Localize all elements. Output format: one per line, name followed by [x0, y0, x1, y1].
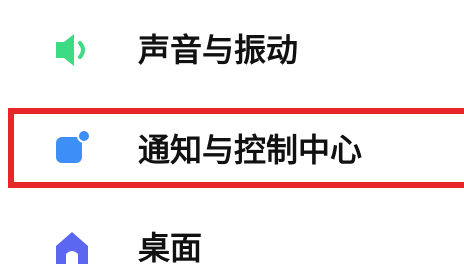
home-icon: [52, 228, 92, 268]
settings-item-label: 通知与控制中心: [138, 131, 363, 169]
notification-icon: [52, 129, 92, 169]
settings-item-label: 桌面: [138, 229, 203, 267]
settings-item-notifications-control-center[interactable]: 通知与控制中心: [0, 108, 464, 192]
settings-item-label: 声音与振动: [138, 31, 299, 69]
speaker-icon: [52, 30, 92, 70]
settings-item-desktop[interactable]: 桌面: [0, 204, 464, 276]
settings-item-sound-vibration[interactable]: 声音与振动: [0, 0, 464, 84]
